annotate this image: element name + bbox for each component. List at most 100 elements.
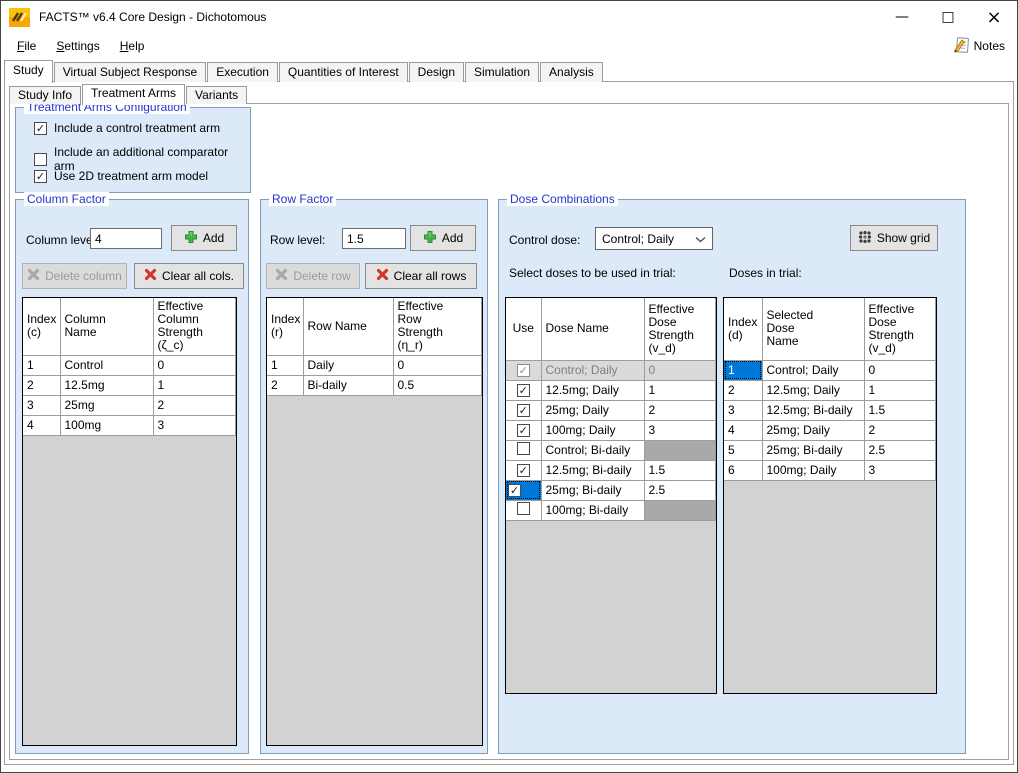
tab-simulation[interactable]: Simulation <box>465 62 539 82</box>
minimize-button[interactable]: — <box>879 1 925 33</box>
grid-cell[interactable]: 1.5 <box>644 460 716 480</box>
grid-cell[interactable]: 25mg; Bi-daily <box>762 440 864 460</box>
grid-cell[interactable]: 100mg <box>60 415 153 435</box>
grid-cell[interactable]: 3 <box>724 400 762 420</box>
grid-cell[interactable]: 2 <box>267 375 303 395</box>
grid-cell[interactable]: 25mg; Daily <box>541 400 644 420</box>
grid-cell[interactable] <box>644 500 716 520</box>
tab-study[interactable]: Study <box>4 60 53 83</box>
grid-cell[interactable]: Control; Daily <box>762 360 864 380</box>
use-cell[interactable]: ✓ <box>506 480 541 500</box>
grid-cell[interactable]: 2 <box>864 420 936 440</box>
grid-cell[interactable]: 1 <box>23 355 60 375</box>
grid-cell[interactable]: 0 <box>153 355 236 375</box>
grid-cell[interactable]: 3 <box>644 420 716 440</box>
close-button[interactable]: × <box>971 1 1017 33</box>
grid-cell[interactable]: 2 <box>644 400 716 420</box>
tab-execution[interactable]: Execution <box>207 62 278 82</box>
tab-analysis[interactable]: Analysis <box>540 62 603 82</box>
grid-cell[interactable]: Daily <box>303 355 393 375</box>
grid-cell[interactable] <box>644 440 716 460</box>
use-cell[interactable]: ✓ <box>506 460 541 480</box>
subtab-variants[interactable]: Variants <box>186 86 247 104</box>
grid-cell[interactable]: 1 <box>644 380 716 400</box>
use-checkbox-checked[interactable]: ✓ <box>508 484 521 497</box>
grid-cell[interactable]: 1 <box>267 355 303 375</box>
grid-cell[interactable]: Bi-daily <box>303 375 393 395</box>
config-option-use-2d-treatment-arm-model[interactable]: ✓Use 2D treatment arm model <box>34 169 208 183</box>
checkbox-checked[interactable]: ✓ <box>34 122 47 135</box>
grid-cell[interactable]: 0.5 <box>393 375 482 395</box>
clear-all-columns-button[interactable]: Clear all cols. <box>134 263 244 289</box>
grid-cell[interactable]: 1 <box>724 360 762 380</box>
menu-help[interactable]: Help <box>110 36 155 56</box>
clear-all-rows-button[interactable]: Clear all rows <box>365 263 477 289</box>
grid-cell[interactable]: 12.5mg; Bi-daily <box>762 400 864 420</box>
grid-cell[interactable]: Control; Bi-daily <box>541 440 644 460</box>
grid-cell[interactable]: 0 <box>864 360 936 380</box>
use-cell[interactable] <box>506 500 541 520</box>
grid-cell[interactable]: 1.5 <box>864 400 936 420</box>
subtab-study-info[interactable]: Study Info <box>9 86 81 104</box>
grid-cell[interactable]: 100mg; Daily <box>762 460 864 480</box>
use-checkbox-checked[interactable]: ✓ <box>517 364 530 377</box>
use-checkbox-checked[interactable]: ✓ <box>517 384 530 397</box>
grid-cell[interactable]: 100mg; Bi-daily <box>541 500 644 520</box>
use-cell[interactable]: ✓ <box>506 380 541 400</box>
grid-cell[interactable]: 6 <box>724 460 762 480</box>
config-option-include-a-control-treatment-arm[interactable]: ✓Include a control treatment arm <box>34 121 220 135</box>
grid-cell[interactable]: 4 <box>724 420 762 440</box>
grid-cell[interactable]: 25mg <box>60 395 153 415</box>
row-level-input[interactable] <box>342 228 406 249</box>
use-cell[interactable]: ✓ <box>506 420 541 440</box>
checkbox-unchecked[interactable] <box>34 153 47 166</box>
grid-cell[interactable]: 25mg; Daily <box>762 420 864 440</box>
use-cell[interactable]: ✓ <box>506 360 541 380</box>
grid-cell[interactable]: Control <box>60 355 153 375</box>
maximize-button[interactable]: □ <box>925 1 971 33</box>
grid-cell[interactable]: 5 <box>724 440 762 460</box>
notes-button[interactable]: Notes <box>949 35 1009 58</box>
show-grid-button[interactable]: Show grid <box>850 225 938 251</box>
grid-cell[interactable]: Control; Daily <box>541 360 644 380</box>
delete-row-button[interactable]: Delete row <box>266 263 360 289</box>
grid-cell[interactable]: 2.5 <box>644 480 716 500</box>
grid-cell[interactable]: 1 <box>864 380 936 400</box>
use-cell[interactable]: ✓ <box>506 400 541 420</box>
tab-virtual-subject-response[interactable]: Virtual Subject Response <box>54 62 207 82</box>
delete-column-button[interactable]: Delete column <box>22 263 127 289</box>
grid-cell[interactable]: 0 <box>644 360 716 380</box>
grid-cell[interactable]: 1 <box>153 375 236 395</box>
grid-cell[interactable]: 12.5mg; Daily <box>762 380 864 400</box>
grid-cell[interactable]: 100mg; Daily <box>541 420 644 440</box>
tab-design[interactable]: Design <box>409 62 464 82</box>
grid-cell[interactable]: 2 <box>724 380 762 400</box>
grid-cell[interactable]: 3 <box>153 415 236 435</box>
grid-cell[interactable]: 4 <box>23 415 60 435</box>
checkbox-checked[interactable]: ✓ <box>34 170 47 183</box>
grid-cell[interactable]: 12.5mg; Bi-daily <box>541 460 644 480</box>
use-checkbox-checked[interactable]: ✓ <box>517 424 530 437</box>
grid-cell[interactable]: 3 <box>864 460 936 480</box>
use-checkbox-checked[interactable]: ✓ <box>517 404 530 417</box>
add-column-button[interactable]: Add <box>171 225 237 251</box>
use-checkbox-checked[interactable]: ✓ <box>517 464 530 477</box>
use-checkbox-unchecked[interactable] <box>517 502 530 515</box>
grid-cell[interactable]: 2 <box>23 375 60 395</box>
grid-cell[interactable]: 2 <box>153 395 236 415</box>
subtab-treatment-arms[interactable]: Treatment Arms <box>82 84 185 105</box>
add-row-button[interactable]: Add <box>410 225 476 251</box>
menu-settings[interactable]: Settings <box>46 36 109 56</box>
grid-cell[interactable]: 12.5mg <box>60 375 153 395</box>
use-checkbox-unchecked[interactable] <box>517 442 530 455</box>
tab-quantities-of-interest[interactable]: Quantities of Interest <box>279 62 408 82</box>
control-dose-select[interactable]: Control; Daily <box>595 227 713 250</box>
grid-cell[interactable]: 2.5 <box>864 440 936 460</box>
menu-file[interactable]: File <box>7 36 46 56</box>
grid-cell[interactable]: 0 <box>393 355 482 375</box>
grid-cell[interactable]: 3 <box>23 395 60 415</box>
use-cell[interactable] <box>506 440 541 460</box>
grid-cell[interactable]: 12.5mg; Daily <box>541 380 644 400</box>
column-level-input[interactable] <box>90 228 162 249</box>
grid-cell[interactable]: 25mg; Bi-daily <box>541 480 644 500</box>
